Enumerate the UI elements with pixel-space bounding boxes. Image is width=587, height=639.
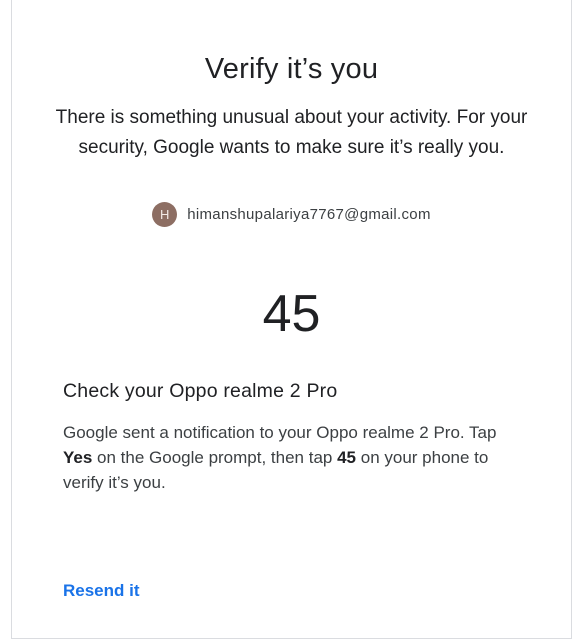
account-email: himanshupalariya7767@gmail.com xyxy=(187,206,431,223)
instructions-number: 45 xyxy=(337,448,357,467)
resend-link[interactable]: Resend it xyxy=(63,581,140,601)
account-chip[interactable]: H himanshupalariya7767@gmail.com xyxy=(12,202,571,227)
security-message: There is something unusual about your ac… xyxy=(55,107,528,158)
device-heading: Check your Oppo realme 2 Pro xyxy=(63,380,338,402)
verification-number: 45 xyxy=(262,285,321,343)
instructions-text: Google sent a notification to your Oppo … xyxy=(63,420,521,495)
page-title: Verify it’s you xyxy=(204,53,379,85)
instructions-yes: Yes xyxy=(63,448,93,467)
instructions-part-2: on the Google prompt, then tap xyxy=(92,448,338,467)
verification-card: Verify it’s you There is something unusu… xyxy=(11,0,572,639)
instructions-part-1: Google sent a notification to your Oppo … xyxy=(63,423,497,442)
avatar: H xyxy=(152,202,178,227)
